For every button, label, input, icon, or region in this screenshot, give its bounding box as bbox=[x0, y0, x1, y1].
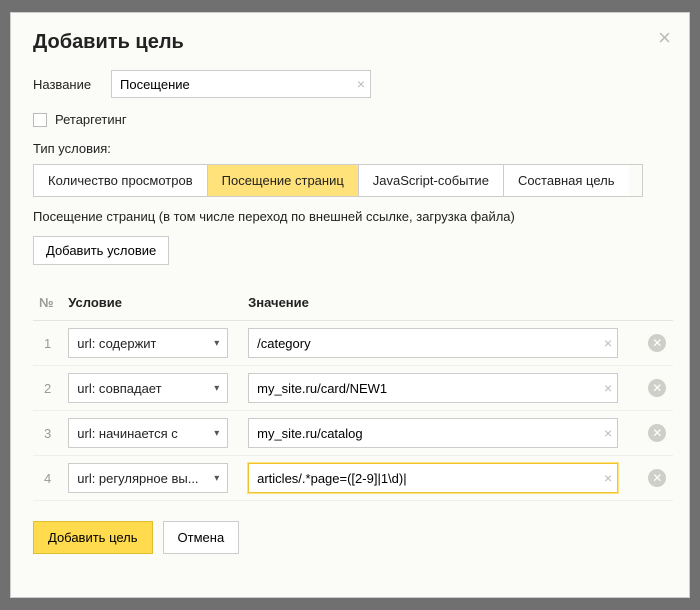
delete-row-icon[interactable]: ✕ bbox=[648, 469, 666, 487]
clear-value-icon[interactable]: × bbox=[604, 335, 612, 351]
row-number: 3 bbox=[33, 411, 62, 456]
table-row: 3 url: начинается с ▾ × ✕ bbox=[33, 411, 673, 456]
name-input[interactable] bbox=[111, 70, 371, 98]
chevron-down-icon: ▾ bbox=[214, 338, 219, 349]
chevron-down-icon: ▾ bbox=[214, 473, 219, 484]
clear-value-icon[interactable]: × bbox=[604, 425, 612, 441]
add-condition-button[interactable]: Добавить условие bbox=[33, 236, 169, 265]
delete-row-icon[interactable]: ✕ bbox=[648, 379, 666, 397]
condition-description: Посещение страниц (в том числе переход п… bbox=[33, 209, 667, 224]
condition-select-value: url: начинается с bbox=[77, 426, 178, 441]
value-input[interactable] bbox=[248, 328, 618, 358]
submit-button[interactable]: Добавить цель bbox=[33, 521, 153, 554]
chevron-down-icon: ▾ bbox=[214, 428, 219, 439]
name-label: Название bbox=[33, 77, 101, 92]
row-number: 2 bbox=[33, 366, 62, 411]
clear-name-icon[interactable]: × bbox=[357, 76, 365, 92]
delete-row-icon[interactable]: ✕ bbox=[648, 424, 666, 442]
table-row: 1 url: содержит ▾ × ✕ bbox=[33, 321, 673, 366]
condition-select-value: url: содержит bbox=[77, 336, 156, 351]
tab-js-event[interactable]: JavaScript-событие bbox=[359, 165, 504, 196]
table-row: 2 url: совпадает ▾ × ✕ bbox=[33, 366, 673, 411]
condition-select[interactable]: url: регулярное вы... ▾ bbox=[68, 463, 228, 493]
col-num-header: № bbox=[33, 287, 62, 321]
cancel-button[interactable]: Отмена bbox=[163, 521, 240, 554]
clear-value-icon[interactable]: × bbox=[604, 380, 612, 396]
chevron-down-icon: ▾ bbox=[214, 383, 219, 394]
row-number: 4 bbox=[33, 456, 62, 501]
condition-select[interactable]: url: содержит ▾ bbox=[68, 328, 228, 358]
col-value-header: Значение bbox=[242, 287, 641, 321]
row-number: 1 bbox=[33, 321, 62, 366]
modal-title: Добавить цель bbox=[33, 31, 667, 54]
condition-select[interactable]: url: начинается с ▾ bbox=[68, 418, 228, 448]
col-condition-header: Условие bbox=[62, 287, 242, 321]
value-input[interactable] bbox=[248, 418, 618, 448]
delete-row-icon[interactable]: ✕ bbox=[648, 334, 666, 352]
clear-value-icon[interactable]: × bbox=[604, 470, 612, 486]
name-row: Название × bbox=[33, 70, 667, 98]
table-row: 4 url: регулярное вы... ▾ × ✕ bbox=[33, 456, 673, 501]
condition-type-label: Тип условия: bbox=[33, 141, 667, 156]
retargeting-label: Ретаргетинг bbox=[55, 112, 127, 127]
retargeting-checkbox[interactable] bbox=[33, 113, 47, 127]
value-input[interactable] bbox=[248, 463, 618, 493]
condition-select-value: url: регулярное вы... bbox=[77, 471, 198, 486]
condition-select-value: url: совпадает bbox=[77, 381, 161, 396]
tab-page-visit[interactable]: Посещение страниц bbox=[208, 165, 359, 196]
modal-footer: Добавить цель Отмена bbox=[33, 521, 667, 554]
value-input[interactable] bbox=[248, 373, 618, 403]
conditions-table: № Условие Значение 1url: содержит▾×✕2url… bbox=[33, 287, 673, 501]
condition-select[interactable]: url: совпадает ▾ bbox=[68, 373, 228, 403]
condition-type-tabs: Количество просмотров Посещение страниц … bbox=[33, 164, 643, 197]
add-goal-modal: × Добавить цель Название × Ретаргетинг Т… bbox=[10, 12, 690, 598]
tab-views[interactable]: Количество просмотров bbox=[34, 165, 208, 196]
retargeting-row: Ретаргетинг bbox=[33, 112, 667, 127]
tab-composite[interactable]: Составная цель bbox=[504, 165, 629, 196]
close-icon[interactable]: × bbox=[658, 27, 671, 49]
